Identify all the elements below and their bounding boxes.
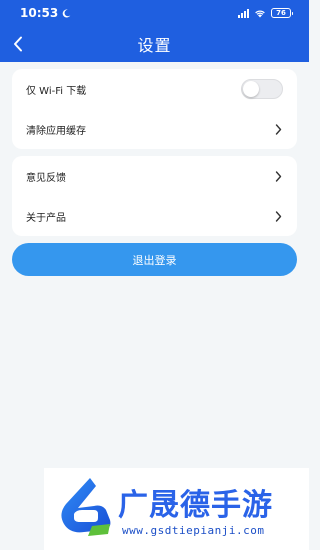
chevron-left-icon: [14, 36, 22, 52]
app-header: 10:53 76 设置: [0, 0, 309, 62]
watermark: 广晟德手游 www.gsdtiepianji.com: [44, 468, 309, 550]
settings-card-info: 意见反馈 关于产品: [12, 156, 297, 236]
watermark-logo-icon: [61, 478, 111, 536]
moon-icon: [62, 9, 71, 17]
battery-icon: 76: [271, 8, 293, 18]
status-left: 10:53: [20, 6, 71, 20]
watermark-name: 广晟德手游: [118, 488, 273, 523]
setting-label: 仅 Wi-Fi 下载: [26, 85, 87, 97]
signal-icon: [238, 8, 249, 18]
chevron-right-icon: [273, 210, 283, 222]
setting-label: 清除应用缓存: [26, 125, 86, 137]
toggle-knob: [243, 81, 259, 97]
page-title: 设置: [137, 36, 172, 55]
setting-label: 关于产品: [26, 212, 66, 224]
battery-level: 76: [276, 9, 286, 17]
wifi-only-toggle[interactable]: [241, 79, 283, 99]
setting-label: 意见反馈: [26, 172, 66, 184]
setting-row-about[interactable]: 关于产品: [12, 196, 297, 236]
logout-button[interactable]: 退出登录: [12, 243, 297, 276]
chevron-right-icon: [273, 123, 283, 135]
chevron-right-icon: [273, 170, 283, 182]
watermark-url: www.gsdtiepianji.com: [122, 524, 265, 537]
nav-bar: 设置: [0, 26, 309, 62]
back-button[interactable]: [6, 32, 30, 56]
status-right: 76: [238, 8, 293, 18]
settings-card-download: 仅 Wi-Fi 下载 清除应用缓存: [12, 69, 297, 149]
status-bar: 10:53 76: [0, 0, 309, 26]
wifi-icon: [255, 10, 265, 17]
status-time: 10:53: [20, 6, 59, 20]
setting-row-clear-cache[interactable]: 清除应用缓存: [12, 109, 297, 149]
setting-row-feedback[interactable]: 意见反馈: [12, 156, 297, 196]
logout-label: 退出登录: [132, 253, 177, 267]
setting-row-wifi-only: 仅 Wi-Fi 下载: [12, 69, 297, 109]
